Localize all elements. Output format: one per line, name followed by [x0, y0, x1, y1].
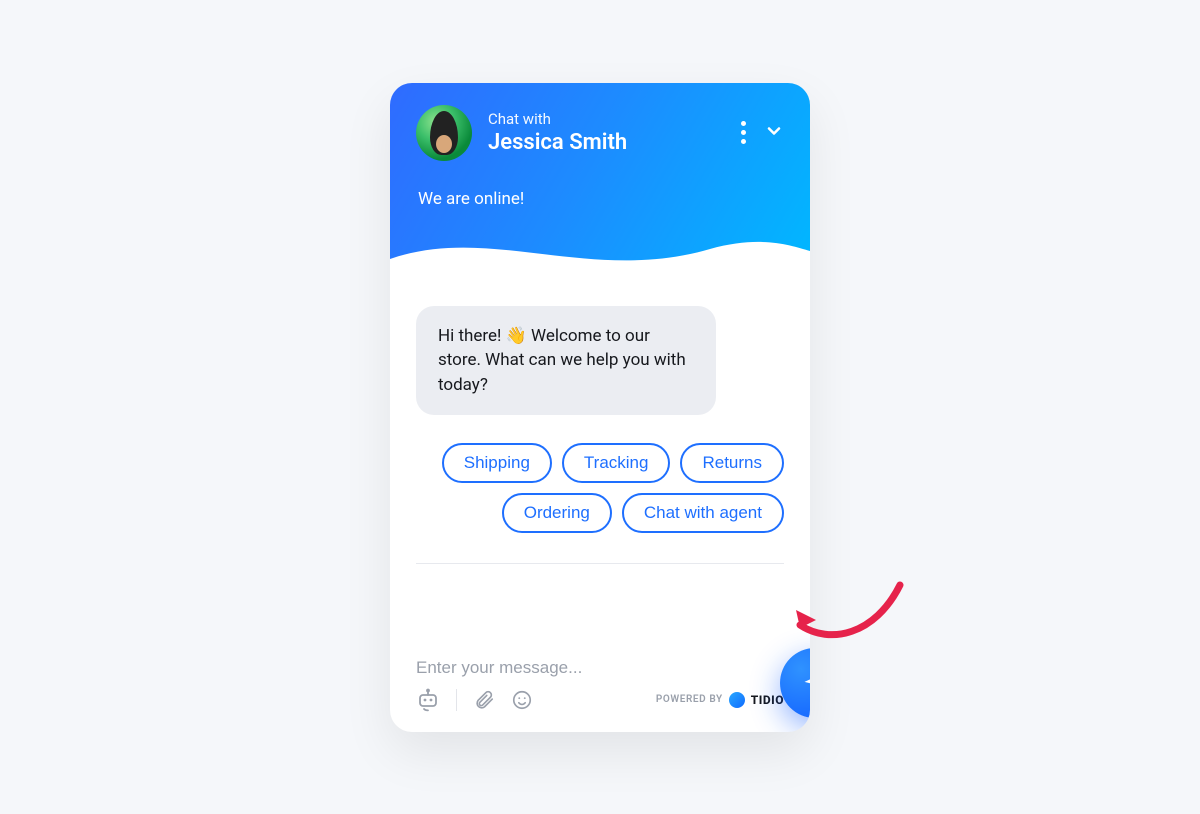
- tidio-logo-icon: [729, 692, 745, 708]
- minimize-icon[interactable]: [764, 121, 784, 145]
- composer-divider: [416, 563, 784, 564]
- quick-reply-ordering[interactable]: Ordering: [502, 493, 612, 533]
- tidio-brand: TIDIO: [751, 693, 784, 707]
- quick-reply-chat-agent[interactable]: Chat with agent: [622, 493, 784, 533]
- chat-widget: Chat with Jessica Smith We are online! H…: [390, 83, 810, 732]
- agent-name: Jessica Smith: [488, 130, 741, 155]
- agent-avatar[interactable]: [416, 105, 472, 161]
- incoming-message: Hi there! 👋 Welcome to our store. What c…: [416, 306, 716, 416]
- emoji-icon[interactable]: [511, 689, 533, 711]
- powered-by-label: POWERED BY: [656, 694, 723, 705]
- message-composer: POWERED BY TIDIO: [390, 638, 810, 732]
- attachment-icon[interactable]: [473, 689, 495, 711]
- message-input[interactable]: [416, 652, 784, 688]
- chat-header: Chat with Jessica Smith We are online!: [390, 83, 810, 278]
- quick-reply-returns[interactable]: Returns: [680, 443, 784, 483]
- quick-reply-tracking[interactable]: Tracking: [562, 443, 671, 483]
- toolbar-separator: [456, 689, 457, 711]
- bot-icon[interactable]: [416, 688, 440, 712]
- online-status: We are online!: [390, 189, 810, 209]
- more-options-icon[interactable]: [741, 121, 746, 144]
- powered-by[interactable]: POWERED BY TIDIO: [656, 692, 784, 708]
- quick-reply-group: Shipping Tracking Returns Ordering Chat …: [416, 443, 784, 533]
- chat-body: Hi there! 👋 Welcome to our store. What c…: [390, 278, 810, 638]
- header-wave: [390, 219, 810, 278]
- chat-with-label: Chat with: [488, 110, 741, 128]
- quick-reply-shipping[interactable]: Shipping: [442, 443, 552, 483]
